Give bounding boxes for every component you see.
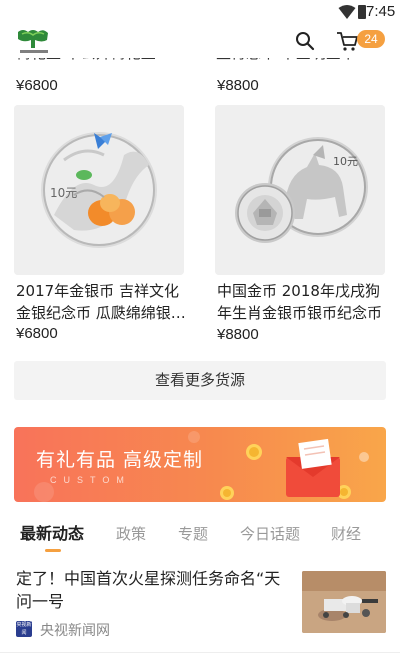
tab-latest[interactable]: 最新动态 [20, 522, 84, 550]
tab-finance[interactable]: 财经 [331, 522, 361, 550]
coin-denomination: 10元 [50, 186, 77, 200]
tab-policy[interactable]: 政策 [116, 522, 146, 550]
product-image-1[interactable]: 10元 [14, 105, 184, 275]
tab-topics[interactable]: 专题 [178, 522, 208, 550]
product-image-2[interactable]: 10元 [215, 105, 385, 275]
news-thumbnail[interactable] [302, 571, 386, 633]
tab-today[interactable]: 今日话题 [240, 522, 300, 550]
news-title[interactable]: 定了！中国首次火星探测任务命名“天问一号 [16, 567, 296, 613]
cctv-news-icon: 央视新闻 [16, 621, 32, 637]
view-more-button[interactable]: 查看更多货源 [14, 361, 386, 400]
custom-banner[interactable]: 有礼有品 高级定制 CUSTOM [14, 427, 386, 502]
wifi-icon [338, 5, 356, 19]
news-item[interactable]: 定了！中国首次火星探测任务命名“天问一号 央视新闻 央视新闻网 [0, 562, 400, 660]
banner-subtitle: CUSTOM [50, 475, 131, 485]
active-tab-indicator [45, 549, 61, 552]
product-price-1: ¥6800 [16, 325, 58, 342]
list-divider [0, 652, 400, 653]
battery-icon [358, 5, 366, 19]
product-title-1[interactable]: 2017年金银币 吉祥文化金银纪念币 瓜瓞绵绵银… [16, 280, 188, 324]
product-price-2: ¥8800 [217, 326, 259, 343]
coin-dog-image: 10元 [215, 105, 385, 275]
previous-left-price: ¥6800 [16, 77, 58, 94]
banner-title: 有礼有品 高级定制 [36, 449, 204, 471]
previous-right-price: ¥8800 [217, 77, 259, 94]
status-bar: 7:45 [0, 0, 400, 24]
product-title-2[interactable]: 中国金币 2018年戊戌狗年生肖金银币银币纪念币 [217, 280, 389, 324]
brand-logo[interactable] [14, 28, 52, 56]
status-time: 7:45 [366, 3, 396, 20]
app-header: 24 [0, 24, 400, 58]
coin-denomination: 10元 [333, 155, 358, 168]
coin-flower-image: 10元 [14, 105, 184, 275]
search-icon[interactable] [294, 30, 316, 52]
news-source: 央视新闻网 [40, 623, 110, 639]
cart-count-badge: 24 [357, 30, 385, 48]
mars-rover-image [302, 571, 386, 633]
